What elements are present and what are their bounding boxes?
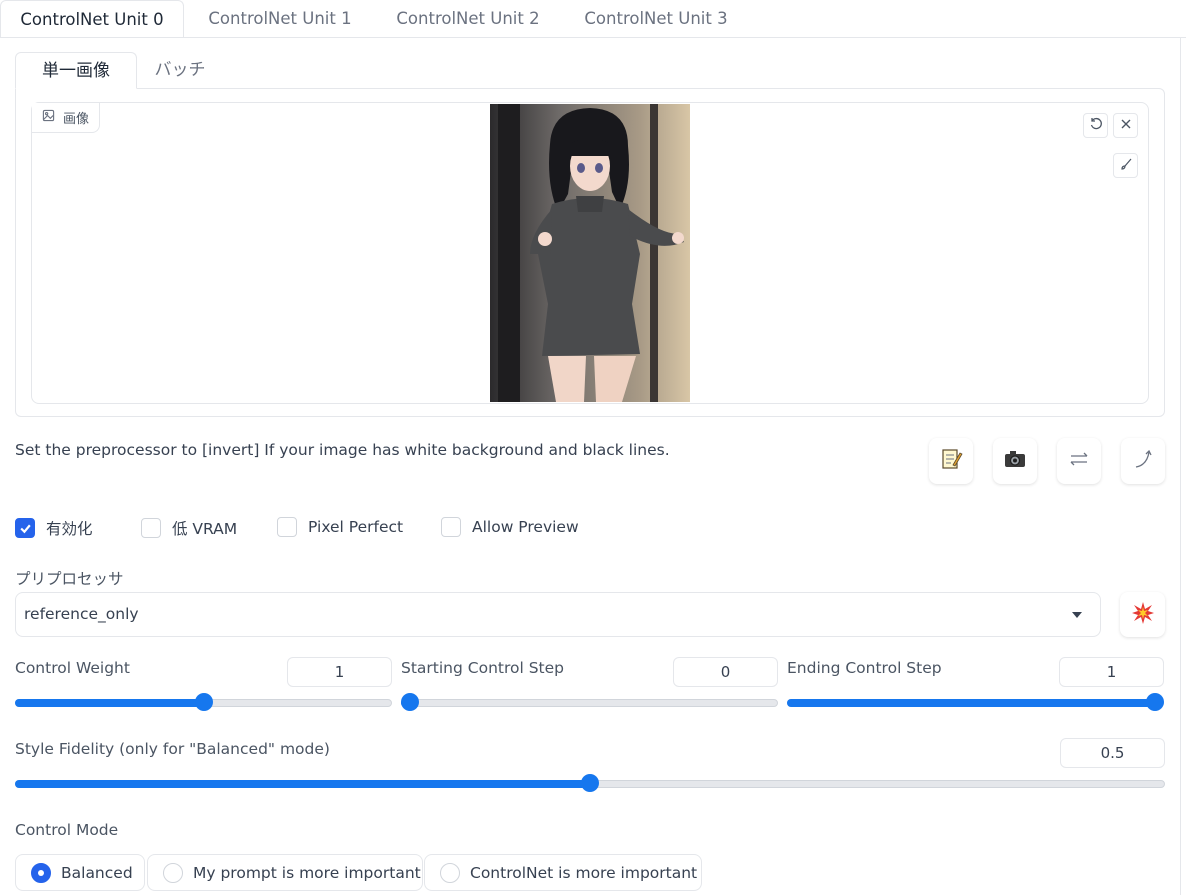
- radio-unselected[interactable]: [440, 862, 460, 883]
- clear-image-button[interactable]: [1113, 113, 1138, 138]
- slider-fill: [787, 699, 1155, 707]
- radio-unselected[interactable]: [163, 862, 183, 883]
- checkbox-unchecked[interactable]: [277, 517, 297, 537]
- preprocessor-hint: Set the preprocessor to [invert] If your…: [15, 441, 670, 459]
- allow-preview-label: Allow Preview: [472, 518, 579, 536]
- ending-step-slider[interactable]: [787, 693, 1164, 711]
- slider-thumb[interactable]: [581, 774, 599, 792]
- starting-step-input[interactable]: 0: [673, 657, 778, 687]
- camera-icon: [1003, 447, 1027, 476]
- tab-single-image[interactable]: 単一画像: [15, 52, 137, 89]
- checkbox-unchecked[interactable]: [141, 518, 161, 538]
- allow-preview-checkbox[interactable]: Allow Preview: [441, 517, 579, 537]
- style-fidelity-label: Style Fidelity (only for "Balanced" mode…: [15, 740, 330, 758]
- slider-track: [401, 699, 778, 707]
- panel-border: [1180, 37, 1181, 895]
- radio-label: Balanced: [61, 863, 133, 882]
- brush-icon: [1119, 157, 1133, 175]
- control-mode-label: Control Mode: [15, 821, 119, 839]
- control-weight-slider[interactable]: [15, 693, 392, 711]
- control-mode-balanced[interactable]: Balanced: [15, 854, 145, 891]
- notepad-icon: [939, 447, 963, 476]
- enable-checkbox[interactable]: 有効化: [15, 517, 93, 539]
- run-preprocessor-button[interactable]: [1120, 592, 1165, 637]
- close-icon: [1119, 117, 1133, 135]
- checkbox-checked[interactable]: [15, 518, 35, 538]
- style-fidelity-slider[interactable]: [15, 774, 1165, 792]
- control-weight-label: Control Weight: [15, 659, 130, 677]
- webcam-button[interactable]: [993, 438, 1037, 484]
- pixel-perfect-checkbox[interactable]: Pixel Perfect: [277, 517, 403, 537]
- mirror-webcam-button[interactable]: [1057, 438, 1101, 484]
- tab-batch[interactable]: バッチ: [137, 52, 223, 89]
- explosion-icon: [1131, 601, 1155, 629]
- send-arrow-icon: [1131, 447, 1155, 476]
- checkbox-unchecked[interactable]: [441, 517, 461, 537]
- starting-step-slider[interactable]: [401, 693, 778, 711]
- undo-button[interactable]: [1083, 113, 1108, 138]
- pixel-perfect-label: Pixel Perfect: [308, 518, 404, 536]
- preprocessor-value: reference_only: [24, 605, 139, 623]
- tab-controlnet-unit-2[interactable]: ControlNet Unit 2: [380, 0, 556, 38]
- slider-thumb[interactable]: [194, 693, 213, 711]
- control-weight-input[interactable]: 1: [287, 657, 392, 687]
- swap-icon: [1067, 447, 1091, 476]
- preprocessor-select[interactable]: reference_only: [15, 592, 1101, 637]
- low-vram-checkbox[interactable]: 低 VRAM: [141, 517, 237, 539]
- tab-controlnet-unit-0[interactable]: ControlNet Unit 0: [0, 0, 184, 38]
- tab-controlnet-unit-3[interactable]: ControlNet Unit 3: [568, 0, 744, 38]
- tabs-divider: [0, 37, 1186, 38]
- controlnet-unit-tabs: ControlNet Unit 0 ControlNet Unit 1 Cont…: [0, 0, 1186, 38]
- open-new-canvas-button[interactable]: [929, 438, 973, 484]
- image-label-text: 画像: [63, 112, 90, 127]
- brush-button[interactable]: [1113, 153, 1138, 178]
- control-mode-controlnet[interactable]: ControlNet is more important: [424, 854, 702, 891]
- image-label: 画像: [32, 103, 101, 133]
- uploaded-image: [490, 104, 690, 402]
- preprocessor-label: プリプロセッサ: [15, 570, 124, 588]
- chevron-down-icon: [1072, 612, 1082, 618]
- undo-icon: [1089, 117, 1103, 135]
- enable-label: 有効化: [46, 520, 93, 538]
- slider-thumb[interactable]: [1146, 693, 1164, 711]
- radio-label: My prompt is more important: [193, 863, 421, 882]
- send-dimensions-button[interactable]: [1121, 438, 1165, 484]
- starting-step-label: Starting Control Step: [401, 659, 565, 677]
- low-vram-label: 低 VRAM: [172, 520, 238, 538]
- ending-step-label: Ending Control Step: [787, 659, 942, 677]
- control-mode-prompt[interactable]: My prompt is more important: [147, 854, 423, 891]
- ending-step-input[interactable]: 1: [1059, 657, 1164, 687]
- radio-selected[interactable]: [31, 862, 51, 883]
- tab-controlnet-unit-1[interactable]: ControlNet Unit 1: [192, 0, 368, 38]
- style-fidelity-input[interactable]: 0.5: [1060, 738, 1165, 768]
- slider-thumb[interactable]: [401, 693, 419, 711]
- radio-label: ControlNet is more important: [470, 863, 698, 882]
- image-icon: [42, 109, 55, 126]
- slider-fill: [15, 699, 204, 707]
- slider-fill: [15, 780, 590, 788]
